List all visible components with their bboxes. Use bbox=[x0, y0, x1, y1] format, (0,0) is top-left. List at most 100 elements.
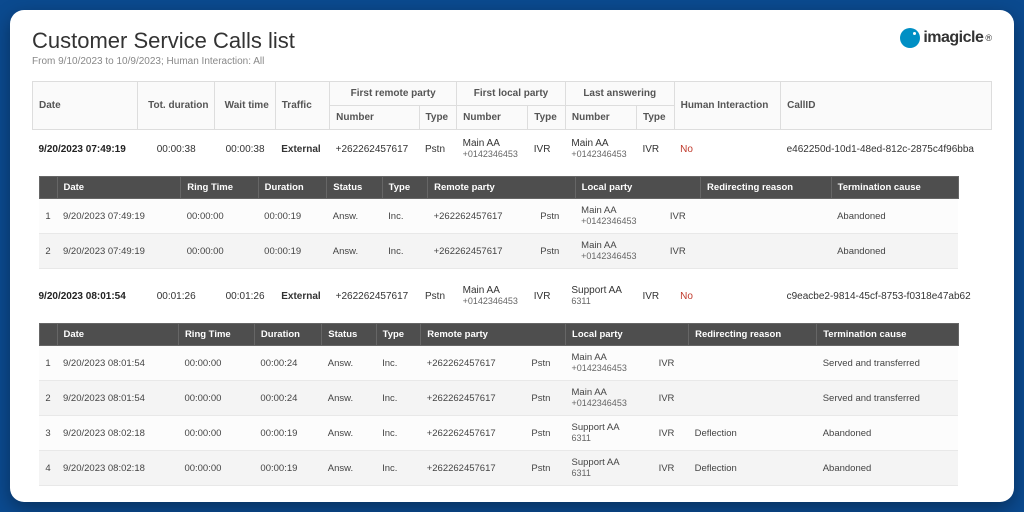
leg-col-idx bbox=[39, 177, 57, 199]
leg-ring: 00:00:00 bbox=[178, 451, 254, 486]
leg-col-type: Type bbox=[382, 177, 427, 199]
calls-table: Date Tot. duration Wait time Traffic Fir… bbox=[32, 81, 992, 494]
leg-col-redirect: Redirecting reason bbox=[701, 177, 832, 199]
page-title: Customer Service Calls list bbox=[32, 28, 295, 54]
leg-col-duration: Duration bbox=[254, 324, 321, 346]
leg-ring: 00:00:00 bbox=[178, 346, 254, 381]
col-first-local: First local party bbox=[457, 82, 566, 106]
leg-type: Inc. bbox=[382, 199, 427, 234]
leg-col-ring: Ring Time bbox=[181, 177, 258, 199]
leg-ring: 00:00:00 bbox=[181, 234, 258, 269]
col-last-answer: Last answering bbox=[565, 82, 674, 106]
leg-row: 39/20/2023 08:02:1800:00:0000:00:19Answ.… bbox=[39, 416, 958, 451]
col-flp-number: Number bbox=[457, 106, 528, 130]
call-traffic: External bbox=[275, 277, 329, 315]
leg-index: 4 bbox=[39, 451, 57, 486]
calls-table-head: Date Tot. duration Wait time Traffic Fir… bbox=[33, 82, 992, 130]
col-traffic: Traffic bbox=[275, 82, 329, 130]
leg-col-status: Status bbox=[322, 324, 376, 346]
call-date: 9/20/2023 07:49:19 bbox=[33, 130, 138, 169]
col-date: Date bbox=[33, 82, 138, 130]
leg-col-date: Date bbox=[57, 177, 181, 199]
leg-local: Main AA+0142346453 bbox=[575, 234, 664, 269]
leg-local-type: IVR bbox=[653, 381, 689, 416]
col-first-remote: First remote party bbox=[330, 82, 457, 106]
leg-col-idx bbox=[39, 324, 57, 346]
brand-logo: imagicle® bbox=[900, 28, 992, 48]
leg-status: Answ. bbox=[322, 346, 376, 381]
call-row: 9/20/2023 07:49:1900:00:3800:00:38Extern… bbox=[33, 130, 992, 169]
leg-col-type: Type bbox=[376, 324, 421, 346]
leg-remote-type: Pstn bbox=[525, 346, 565, 381]
report-header: Customer Service Calls list From 9/10/20… bbox=[32, 28, 992, 67]
leg-redirect bbox=[701, 199, 832, 234]
leg-term: Abandoned bbox=[817, 451, 958, 486]
leg-duration: 00:00:24 bbox=[254, 381, 321, 416]
leg-col-date: Date bbox=[57, 324, 178, 346]
call-flp-type: IVR bbox=[528, 130, 566, 169]
page-subtitle: From 9/10/2023 to 10/9/2023; Human Inter… bbox=[32, 56, 295, 67]
leg-redirect bbox=[689, 346, 817, 381]
leg-remote: +262262457617 bbox=[421, 451, 526, 486]
leg-col-status: Status bbox=[327, 177, 382, 199]
leg-col-remote: Remote party bbox=[421, 324, 566, 346]
col-wait-time: Wait time bbox=[215, 82, 275, 130]
call-frp-number: +262262457617 bbox=[330, 277, 419, 315]
leg-type: Inc. bbox=[376, 416, 421, 451]
leg-col-term: Termination cause bbox=[817, 324, 958, 346]
leg-remote-type: Pstn bbox=[525, 416, 565, 451]
col-flp-type: Type bbox=[528, 106, 566, 130]
leg-term: Abandoned bbox=[817, 416, 958, 451]
leg-local-type: IVR bbox=[664, 199, 701, 234]
leg-term: Served and transferred bbox=[817, 346, 958, 381]
leg-remote: +262262457617 bbox=[428, 199, 535, 234]
call-frp-type: Pstn bbox=[419, 277, 457, 315]
leg-redirect bbox=[701, 234, 832, 269]
call-frp-number: +262262457617 bbox=[330, 130, 419, 169]
call-wait-time: 00:00:38 bbox=[215, 130, 275, 169]
leg-index: 1 bbox=[39, 199, 57, 234]
col-la-type: Type bbox=[636, 106, 674, 130]
leg-col-ring: Ring Time bbox=[178, 324, 254, 346]
leg-term: Served and transferred bbox=[817, 381, 958, 416]
leg-local-type: IVR bbox=[664, 234, 701, 269]
leg-remote: +262262457617 bbox=[428, 234, 535, 269]
leg-index: 1 bbox=[39, 346, 57, 381]
col-frp-number: Number bbox=[330, 106, 419, 130]
col-frp-type: Type bbox=[419, 106, 457, 130]
leg-remote-type: Pstn bbox=[534, 199, 575, 234]
call-detail-wrap: DateRing TimeDurationStatusTypeRemote pa… bbox=[33, 168, 992, 277]
call-tot-duration: 00:01:26 bbox=[137, 277, 215, 315]
leg-row: 29/20/2023 07:49:1900:00:0000:00:19Answ.… bbox=[39, 234, 958, 269]
col-human: Human Interaction bbox=[674, 82, 781, 130]
col-tot-duration: Tot. duration bbox=[137, 82, 215, 130]
call-la-type: IVR bbox=[636, 277, 674, 315]
leg-col-term: Termination cause bbox=[831, 177, 958, 199]
leg-remote-type: Pstn bbox=[525, 451, 565, 486]
leg-local-type: IVR bbox=[653, 346, 689, 381]
leg-local: Main AA+0142346453 bbox=[566, 346, 653, 381]
leg-remote: +262262457617 bbox=[421, 416, 526, 451]
legs-table: DateRing TimeDurationStatusTypeRemote pa… bbox=[39, 176, 959, 269]
leg-duration: 00:00:19 bbox=[254, 451, 321, 486]
call-id: e462250d-10d1-48ed-812c-2875c4f96bba bbox=[781, 130, 992, 169]
leg-col-duration: Duration bbox=[258, 177, 327, 199]
leg-index: 3 bbox=[39, 416, 57, 451]
leg-local: Main AA+0142346453 bbox=[575, 199, 664, 234]
leg-remote-type: Pstn bbox=[525, 381, 565, 416]
leg-ring: 00:00:00 bbox=[178, 416, 254, 451]
leg-type: Inc. bbox=[382, 234, 427, 269]
leg-ring: 00:00:00 bbox=[181, 199, 258, 234]
leg-duration: 00:00:19 bbox=[258, 199, 327, 234]
leg-type: Inc. bbox=[376, 381, 421, 416]
call-human: No bbox=[674, 277, 781, 315]
leg-index: 2 bbox=[39, 381, 57, 416]
leg-duration: 00:00:19 bbox=[254, 416, 321, 451]
leg-redirect bbox=[689, 381, 817, 416]
call-human: No bbox=[674, 130, 781, 169]
leg-redirect: Deflection bbox=[689, 416, 817, 451]
call-traffic: External bbox=[275, 130, 329, 169]
call-wait-time: 00:01:26 bbox=[215, 277, 275, 315]
leg-status: Answ. bbox=[322, 416, 376, 451]
leg-row: 29/20/2023 08:01:5400:00:0000:00:24Answ.… bbox=[39, 381, 958, 416]
